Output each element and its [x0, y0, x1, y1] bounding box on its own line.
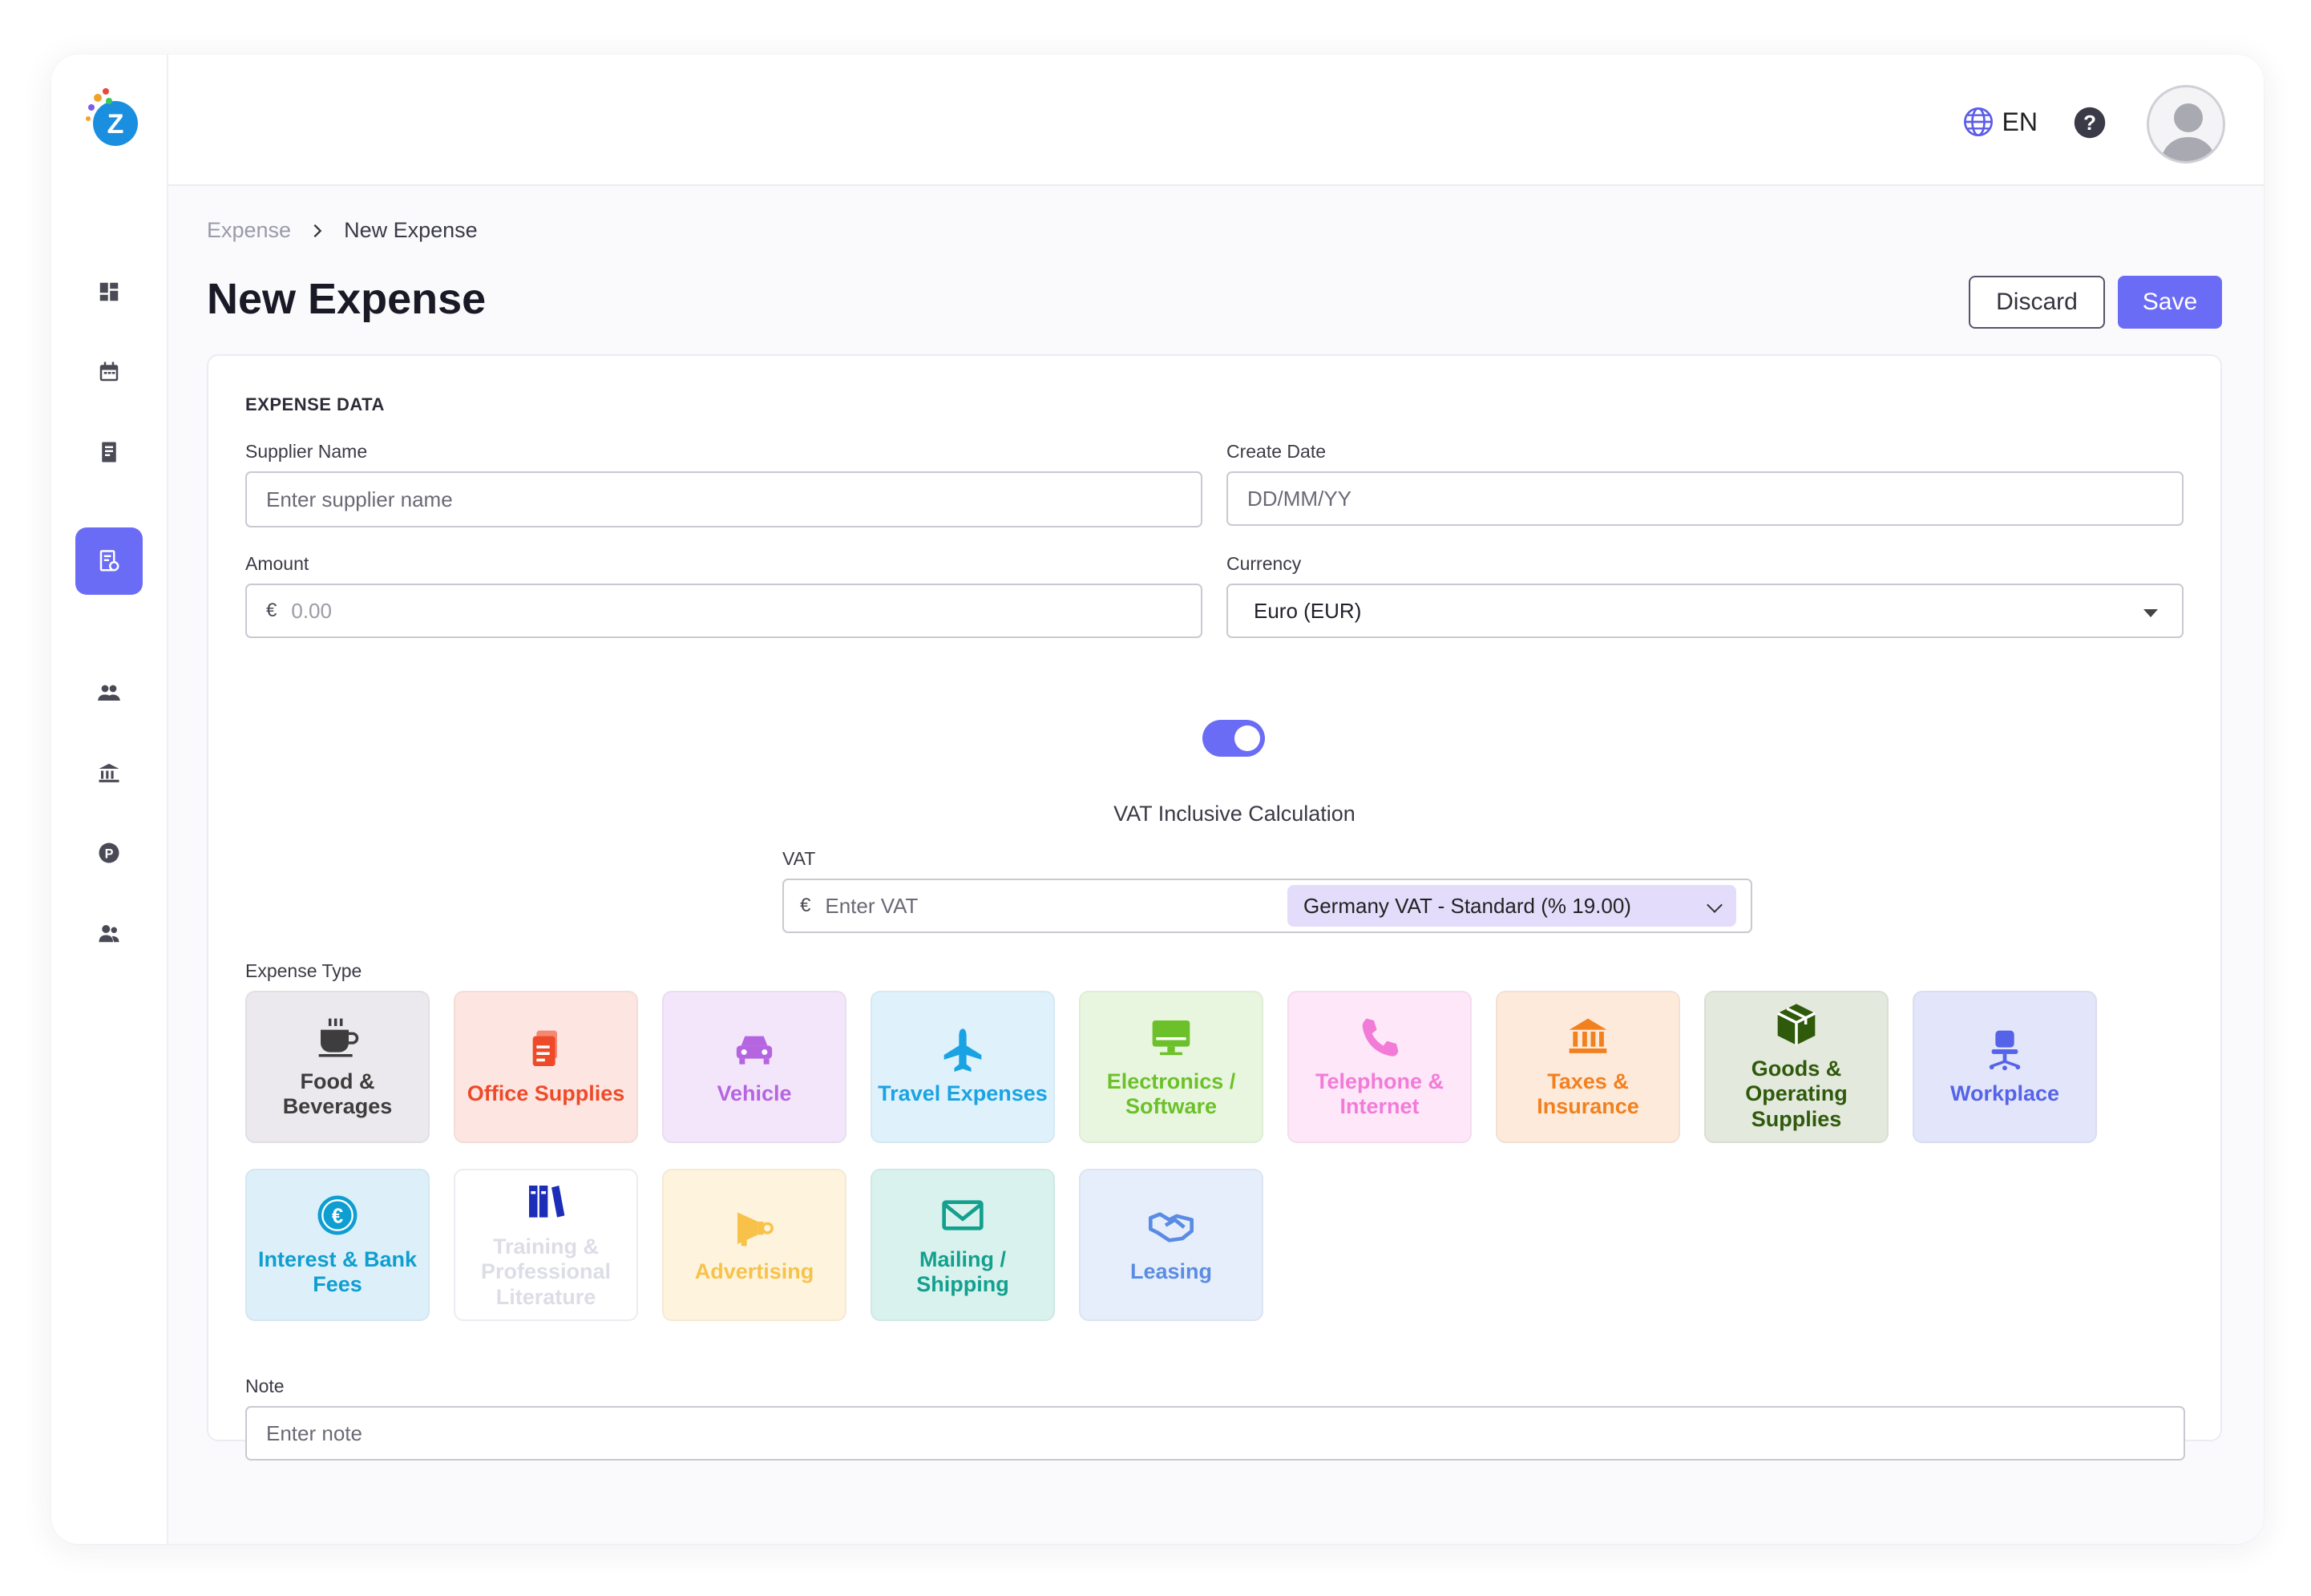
handshake-icon	[1149, 1212, 1194, 1243]
expense-type-mailing-shipping[interactable]: Mailing / Shipping	[871, 1169, 1055, 1321]
expense-type-interest-bank-fees[interactable]: € Interest & Bank Fees	[245, 1169, 430, 1321]
page-title: New Expense	[207, 275, 487, 323]
breadcrumb-expense[interactable]: Expense	[207, 218, 291, 243]
amount-label: Amount	[245, 553, 309, 574]
expense-type-taxes-insurance[interactable]: Taxes & Insurance	[1496, 991, 1680, 1143]
expense-type-leasing[interactable]: Leasing	[1079, 1169, 1263, 1321]
chevron-right-icon	[313, 224, 322, 237]
box-icon	[1776, 1004, 1816, 1046]
sidebar-item-team[interactable]	[75, 899, 143, 967]
topbar: EN ?	[168, 55, 2264, 186]
help-button[interactable]: ?	[2073, 106, 2107, 139]
create-date-label: Create Date	[1226, 441, 1327, 462]
megaphone-icon	[737, 1212, 774, 1246]
svg-text:€: €	[332, 1205, 343, 1227]
expense-type-telephone-internet[interactable]: Telephone & Internet	[1287, 991, 1472, 1143]
supplier-label: Supplier Name	[245, 441, 368, 462]
expense-type-workplace[interactable]: Workplace	[1913, 991, 2097, 1143]
vat-euro-prefix: €	[800, 895, 811, 916]
expense-type-office-supplies[interactable]: Office Supplies	[454, 991, 638, 1143]
expense-type-vehicle[interactable]: Vehicle	[662, 991, 846, 1143]
create-date-placeholder: DD/MM/YY	[1247, 486, 1351, 511]
currency-value: Euro (EUR)	[1254, 598, 1362, 623]
vat-input[interactable]: € Enter VAT Germany VAT - Standard (% 19…	[782, 879, 1752, 933]
car-icon	[736, 1036, 773, 1065]
svg-text:?: ?	[2083, 111, 2096, 135]
sidebar-item-banking[interactable]	[75, 739, 143, 806]
breadcrumb-current: New Expense	[344, 218, 478, 242]
section-title: EXPENSE DATA	[245, 394, 385, 414]
p-coin-icon: P	[99, 842, 119, 863]
svg-text:Z: Z	[107, 109, 124, 139]
team-icon	[99, 925, 119, 943]
chair-icon	[1989, 1031, 2021, 1071]
calendar-icon	[99, 362, 119, 382]
bank-building-icon	[1569, 1018, 1607, 1053]
envelope-icon	[942, 1200, 984, 1230]
euro-prefix: €	[266, 600, 277, 621]
app-window: Z P EN ? Expense New Expense New Expense…	[51, 55, 2264, 1544]
vat-rate-select[interactable]: Germany VAT - Standard (% 19.00)	[1287, 885, 1736, 927]
save-button[interactable]: Save	[2118, 276, 2222, 329]
airplane-icon	[943, 1028, 982, 1073]
breadcrumb: Expense New Expense	[207, 218, 478, 243]
currency-select[interactable]: Euro (EUR)	[1226, 584, 2184, 638]
vat-inclusive-label: VAT Inclusive Calculation	[1113, 802, 1355, 826]
invoice-icon	[102, 442, 116, 463]
vat-inclusive-toggle[interactable]	[1202, 720, 1265, 757]
globe-icon	[1963, 107, 1993, 136]
coffee-icon	[318, 1018, 359, 1057]
vat-rate-value: Germany VAT - Standard (% 19.00)	[1303, 893, 1631, 918]
euro-coin-icon: €	[317, 1195, 358, 1235]
user-icon	[2160, 103, 2216, 161]
vat-placeholder: Enter VAT	[825, 893, 919, 918]
note-input[interactable]: Enter note	[245, 1406, 2185, 1461]
amount-input[interactable]: € 0.00	[245, 584, 1202, 638]
sidebar-item-calendar[interactable]	[75, 338, 143, 406]
expense-form-card: EXPENSE DATA Supplier Name Enter supplie…	[207, 354, 2222, 1461]
sidebar-item-dashboard[interactable]	[75, 258, 143, 325]
bank-icon	[99, 763, 119, 782]
monitor-icon	[1152, 1020, 1190, 1056]
sidebar: Z P	[51, 55, 168, 1544]
help-icon: ?	[2074, 107, 2106, 139]
supplier-placeholder: Enter supplier name	[266, 487, 453, 511]
expense-type-training-literature[interactable]: Training & Professional Literature	[454, 1169, 638, 1321]
expense-icon	[99, 550, 119, 572]
expense-type-travel-expenses[interactable]: Travel Expenses	[871, 991, 1055, 1143]
expense-type-advertising[interactable]: Advertising	[662, 1169, 846, 1321]
discard-button[interactable]: Discard	[1969, 276, 2105, 329]
create-date-input[interactable]: DD/MM/YY	[1226, 471, 2184, 526]
note-placeholder: Enter note	[266, 1420, 362, 1445]
sidebar-item-expenses[interactable]	[75, 527, 143, 595]
chevron-down-icon	[1707, 897, 1723, 913]
vat-label: VAT	[782, 848, 816, 869]
sidebar-item-invoices[interactable]	[75, 418, 143, 486]
books-icon	[529, 1186, 565, 1218]
supplier-input[interactable]: Enter supplier name	[245, 471, 1202, 527]
note-label: Note	[245, 1376, 285, 1396]
phone-icon	[1362, 1018, 1399, 1057]
language-switcher[interactable]: EN	[1962, 106, 2038, 138]
svg-text:P: P	[105, 846, 114, 861]
user-avatar[interactable]	[2147, 85, 2225, 164]
users-group-icon	[98, 685, 120, 701]
expense-type-food-beverages[interactable]: Food & Beverages	[245, 991, 430, 1143]
amount-placeholder: 0.00	[291, 598, 332, 623]
sidebar-item-payments[interactable]: P	[75, 819, 143, 887]
expense-type-electronics-software[interactable]: Electronics / Software	[1079, 991, 1263, 1143]
expense-type-goods-operating-supplies[interactable]: Goods & Operating Supplies	[1704, 991, 1889, 1143]
documents-icon	[532, 1031, 557, 1067]
expense-type-label: Expense Type	[245, 960, 362, 981]
app-logo[interactable]: Z	[85, 87, 144, 149]
language-code: EN	[2002, 107, 2038, 136]
dashboard-icon	[99, 282, 119, 301]
sidebar-item-customers[interactable]	[75, 659, 143, 726]
caret-down-icon	[2143, 609, 2158, 617]
currency-label: Currency	[1226, 553, 1302, 574]
